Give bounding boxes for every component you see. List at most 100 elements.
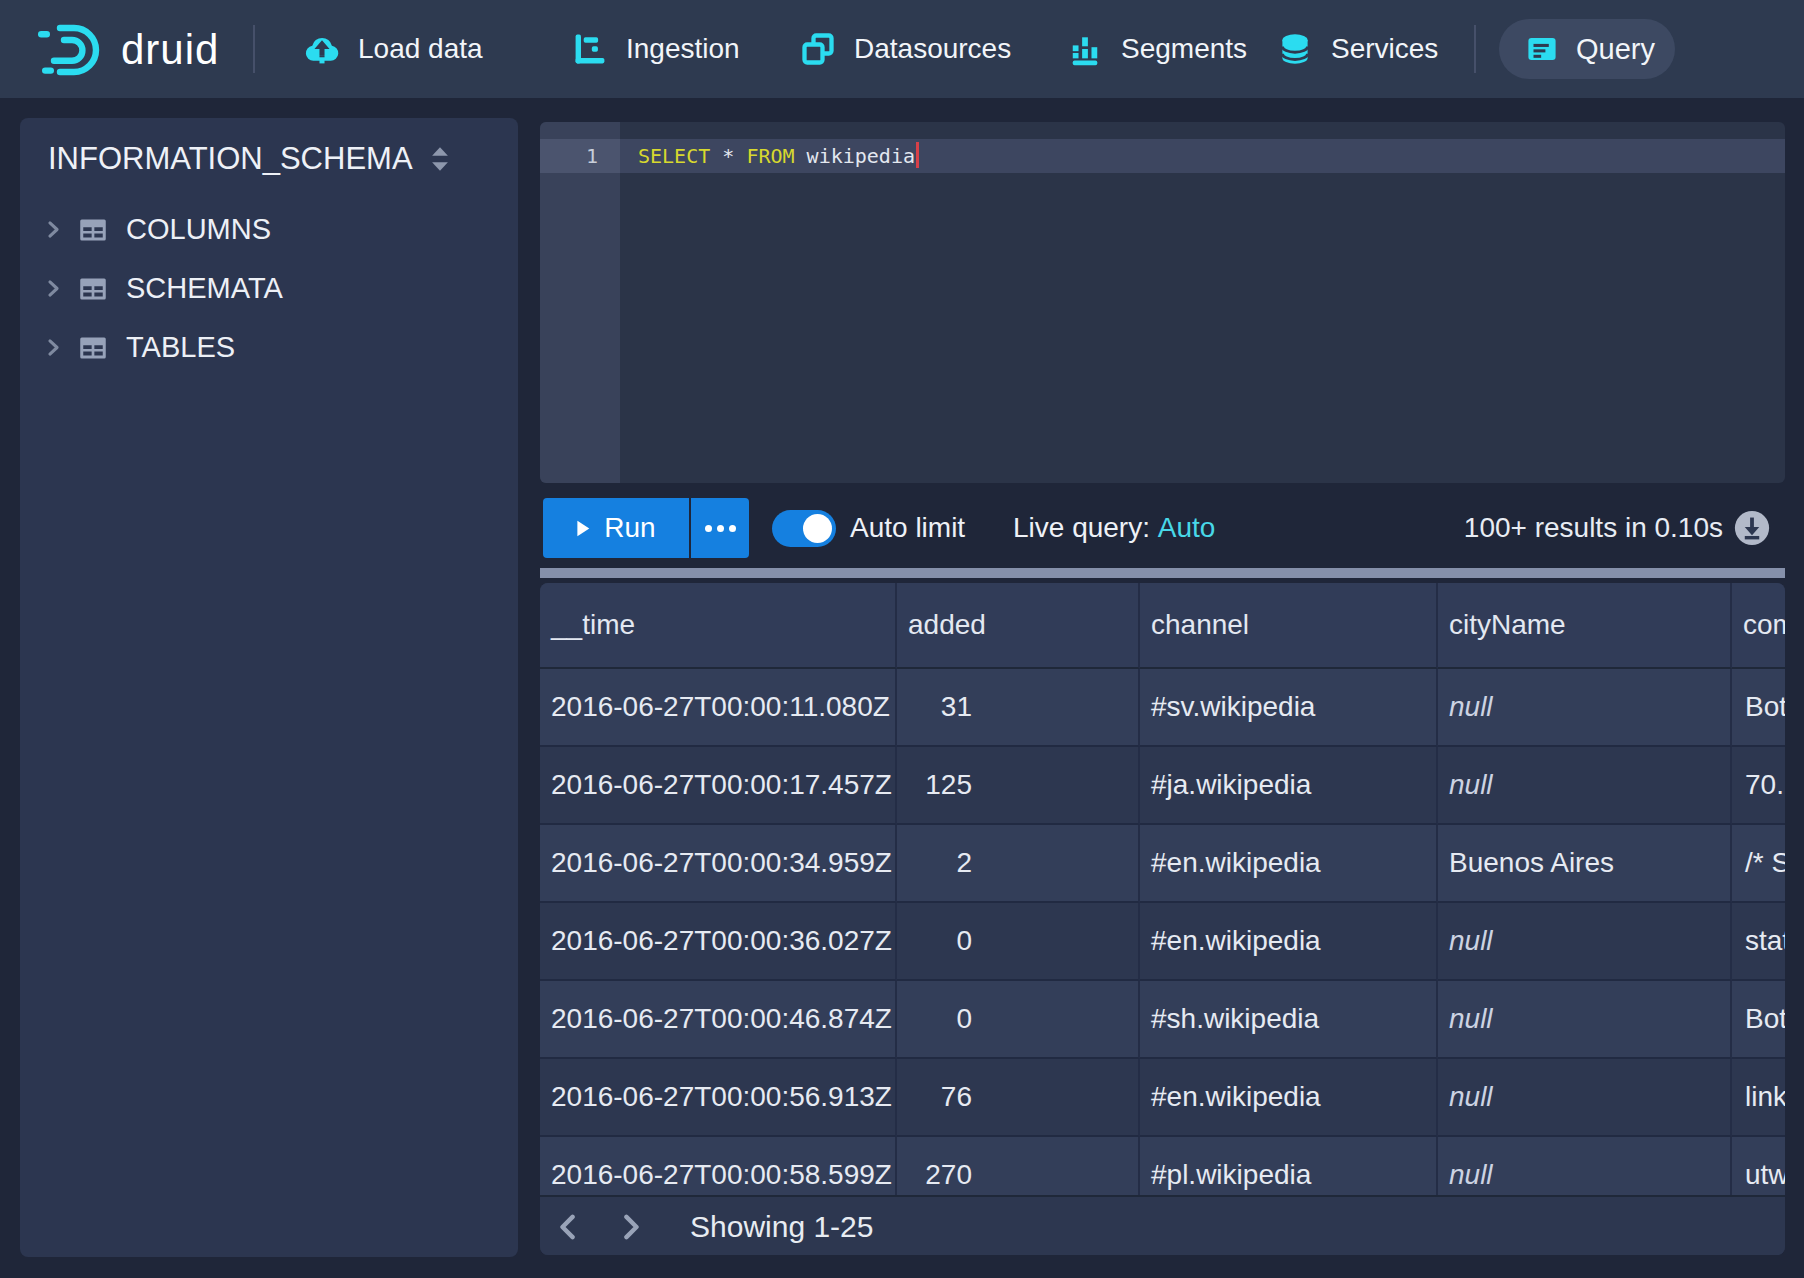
cell-comment: /* S [1732, 825, 1785, 903]
services-icon [1277, 31, 1313, 67]
table-icon [78, 215, 108, 245]
query-console-icon [1525, 32, 1559, 66]
play-icon [576, 520, 590, 537]
tree-item-tables[interactable]: TABLES [20, 318, 518, 377]
nav-item-label: Segments [1121, 33, 1247, 65]
druid-logo[interactable] [38, 21, 104, 79]
sql-identifier: wikipedia [807, 144, 915, 168]
schema-sidebar: INFORMATION_SCHEMA COLUMNS SCHEMATA [20, 118, 518, 1257]
sql-text[interactable]: SELECT * FROM wikipedia [638, 139, 919, 173]
chevron-right-icon[interactable] [44, 279, 64, 298]
results-header: __time added channel cityName comment [540, 583, 1785, 669]
cell-added: 31 [897, 669, 1140, 747]
chevron-right-icon[interactable] [44, 220, 64, 239]
column-header-channel[interactable]: channel [1140, 583, 1438, 669]
table-icon [78, 274, 108, 304]
druid-logo-icon [38, 21, 104, 79]
text-cursor [916, 142, 919, 168]
column-header-added[interactable]: added [897, 583, 1140, 669]
cell-added: 76 [897, 1059, 1140, 1137]
panel-resize-divider[interactable] [540, 568, 1785, 578]
navbar: druid Load data Ingestion Datasources [0, 0, 1804, 98]
prev-page-button[interactable] [548, 1197, 588, 1255]
run-button-label: Run [604, 512, 655, 544]
nav-item-load-data[interactable]: Load data [304, 0, 483, 98]
sql-editor[interactable]: 1 SELECT * FROM wikipedia [540, 122, 1785, 483]
next-page-button[interactable] [611, 1197, 651, 1255]
cell-cityname: null [1438, 981, 1732, 1059]
cell-time: 2016-06-27T00:00:34.959Z [540, 825, 897, 903]
cell-time: 2016-06-27T00:00:17.457Z [540, 747, 897, 825]
nav-item-datasources[interactable]: Datasources [800, 0, 1011, 98]
cell-channel: #en.wikipedia [1140, 825, 1438, 903]
table-row: 2016-06-27T00:00:17.457Z 125 #ja.wikiped… [540, 747, 1785, 825]
run-button[interactable]: Run [543, 498, 689, 558]
table-icon [78, 333, 108, 363]
cell-cityname: null [1438, 903, 1732, 981]
run-more-button[interactable] [691, 498, 749, 558]
column-header-time[interactable]: __time [540, 583, 897, 669]
cell-channel: #ja.wikipedia [1140, 747, 1438, 825]
cloud-upload-icon [304, 31, 340, 67]
chevron-right-icon[interactable] [44, 338, 64, 357]
nav-item-label: Query [1576, 33, 1655, 66]
brand-name: druid [121, 26, 219, 74]
cell-channel: #en.wikipedia [1140, 1059, 1438, 1137]
pagination-label: Showing 1-25 [690, 1197, 873, 1255]
cell-added: 0 [897, 981, 1140, 1059]
cell-cityname: Buenos Aires [1438, 825, 1732, 903]
cell-cityname: null [1438, 747, 1732, 825]
table-row: 2016-06-27T00:00:11.080Z 31 #sv.wikipedi… [540, 669, 1785, 747]
live-query-label: Live query: Auto [1013, 498, 1215, 558]
nav-item-query[interactable]: Query [1499, 19, 1675, 79]
pagination-bar: Showing 1-25 [540, 1195, 1785, 1255]
schema-select[interactable]: INFORMATION_SCHEMA [20, 118, 518, 178]
cell-comment: 70.1 [1732, 747, 1785, 825]
schema-tree: COLUMNS SCHEMATA TABLES [20, 200, 518, 377]
nav-item-services[interactable]: Services [1277, 0, 1438, 98]
auto-limit-label: Auto limit [850, 498, 965, 558]
sql-keyword: FROM [746, 144, 794, 168]
sql-keyword: SELECT [638, 144, 710, 168]
cell-cityname: null [1438, 669, 1732, 747]
double-caret-icon [425, 140, 455, 178]
segments-icon [1067, 31, 1103, 67]
ingestion-icon [572, 31, 608, 67]
tree-item-label: TABLES [126, 331, 235, 364]
column-header-comment[interactable]: comment [1732, 583, 1785, 669]
schema-select-value: INFORMATION_SCHEMA [48, 141, 413, 177]
nav-separator [253, 25, 255, 73]
nav-item-label: Ingestion [626, 33, 740, 65]
cell-time: 2016-06-27T00:00:11.080Z [540, 669, 897, 747]
nav-item-segments[interactable]: Segments [1067, 0, 1247, 98]
live-query-value[interactable]: Auto [1158, 512, 1216, 544]
datasources-icon [800, 31, 836, 67]
cell-added: 0 [897, 903, 1140, 981]
cell-comment: stat [1732, 903, 1785, 981]
cell-comment: link [1732, 1059, 1785, 1137]
cell-channel: #sh.wikipedia [1140, 981, 1438, 1059]
cell-channel: #en.wikipedia [1140, 903, 1438, 981]
cell-comment: Bot [1732, 669, 1785, 747]
editor-gutter [540, 122, 620, 483]
cell-time: 2016-06-27T00:00:36.027Z [540, 903, 897, 981]
tree-item-columns[interactable]: COLUMNS [20, 200, 518, 259]
nav-item-label: Services [1331, 33, 1438, 65]
column-header-cityname[interactable]: cityName [1438, 583, 1732, 669]
table-row: 2016-06-27T00:00:36.027Z 0 #en.wikipedia… [540, 903, 1785, 981]
results-summary: 100+ results in 0.10s [1464, 498, 1723, 558]
nav-item-ingestion[interactable]: Ingestion [572, 0, 740, 98]
cell-time: 2016-06-27T00:00:46.874Z [540, 981, 897, 1059]
nav-item-label: Load data [358, 33, 483, 65]
run-toolbar: Run Auto limit Live query: Auto 100+ res… [540, 498, 1785, 558]
cell-added: 125 [897, 747, 1140, 825]
sql-star: * [722, 144, 734, 168]
results-panel: __time added channel cityName comment 20… [540, 583, 1785, 1255]
cell-comment: Bot [1732, 981, 1785, 1059]
download-icon[interactable] [1733, 509, 1771, 547]
tree-item-label: SCHEMATA [126, 272, 283, 305]
tree-item-label: COLUMNS [126, 213, 271, 246]
auto-limit-toggle[interactable] [772, 510, 836, 547]
tree-item-schemata[interactable]: SCHEMATA [20, 259, 518, 318]
table-row: 2016-06-27T00:00:46.874Z 0 #sh.wikipedia… [540, 981, 1785, 1059]
